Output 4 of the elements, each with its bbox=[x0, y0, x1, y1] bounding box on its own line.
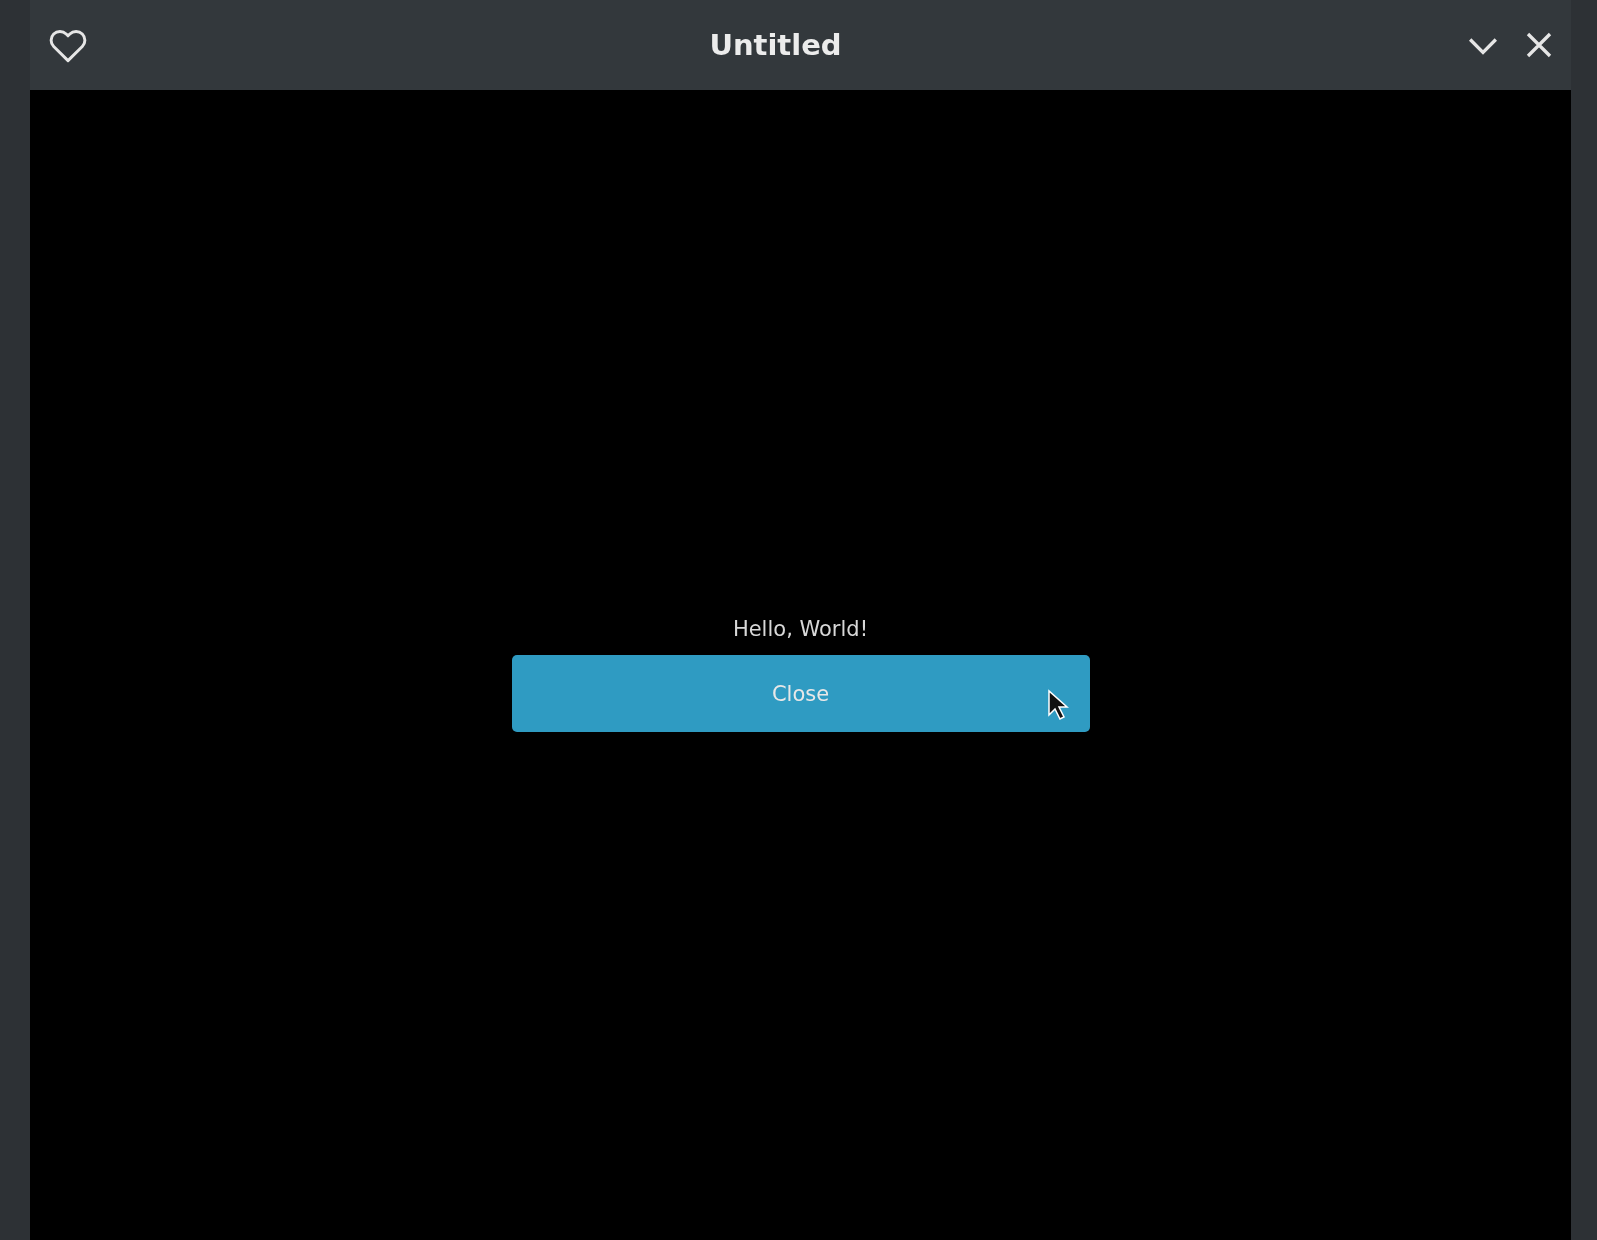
message-text: Hello, World! bbox=[732, 616, 869, 642]
window-title: Untitled bbox=[708, 28, 843, 62]
close-button[interactable]: Close bbox=[511, 655, 1090, 732]
mouse-pointer-icon bbox=[1046, 689, 1069, 721]
